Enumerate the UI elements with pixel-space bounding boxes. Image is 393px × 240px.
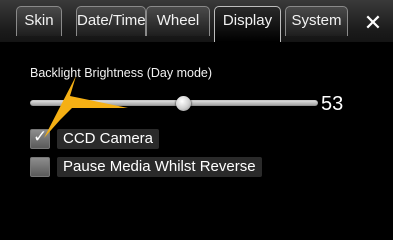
slider-track[interactable]: [30, 100, 318, 106]
checkmark-icon: ✓: [33, 127, 48, 146]
tab-skin[interactable]: Skin: [16, 6, 62, 36]
tab-wheel[interactable]: Wheel: [146, 6, 210, 36]
settings-tab-bar: Skin Date/Time Wheel Display System ✕: [0, 0, 393, 42]
pause-media-checkbox[interactable]: ✓: [30, 157, 50, 177]
ccd-camera-option[interactable]: ✓ CCD Camera: [30, 127, 160, 150]
close-icon: ✕: [363, 10, 383, 35]
close-button[interactable]: ✕: [359, 9, 387, 37]
backlight-brightness-slider[interactable]: [30, 96, 318, 112]
tab-date-time[interactable]: Date/Time: [76, 6, 146, 36]
display-settings-screen: Skin Date/Time Wheel Display System ✕ Ba…: [0, 0, 393, 240]
pause-media-label: Pause Media Whilst Reverse: [57, 157, 262, 177]
backlight-brightness-label: Backlight Brightness (Day mode): [30, 66, 213, 80]
backlight-brightness-value: 53: [321, 93, 344, 115]
tab-display[interactable]: Display: [214, 6, 281, 42]
slider-knob[interactable]: [176, 96, 191, 111]
ccd-camera-label: CCD Camera: [57, 129, 160, 149]
pause-media-option[interactable]: ✓ Pause Media Whilst Reverse: [30, 156, 262, 178]
ccd-camera-checkbox[interactable]: ✓: [30, 127, 50, 149]
tab-system[interactable]: System: [285, 6, 348, 36]
